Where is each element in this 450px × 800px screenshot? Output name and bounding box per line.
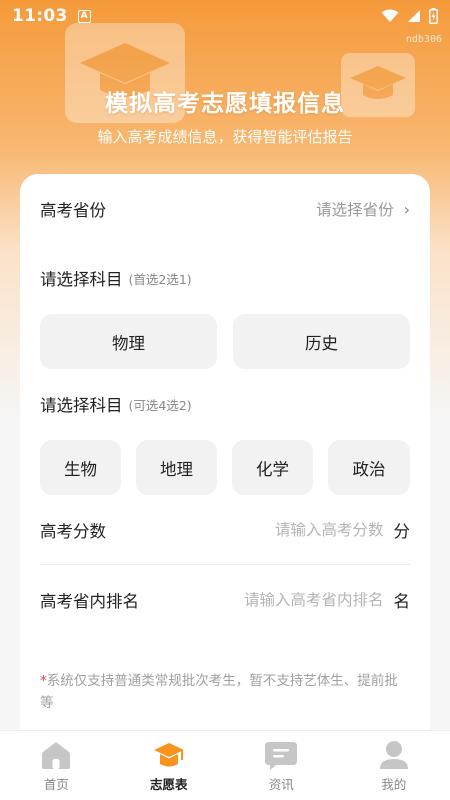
bottom-tab-bar: 首页 志愿表 资讯 我的 [0, 730, 450, 800]
subject-option-biology[interactable]: 生物 [40, 440, 121, 495]
required-mark: * [40, 673, 47, 689]
section-title: 请选择科目 [40, 396, 123, 415]
page-title: 模拟高考志愿填报信息 [105, 91, 345, 117]
province-selector[interactable]: 高考省份 请选择省份 › [40, 196, 410, 222]
divider [40, 564, 410, 565]
rank-unit: 名 [393, 592, 411, 611]
tab-news[interactable]: 资讯 [225, 731, 338, 800]
score-field: 高考分数 分 [40, 516, 410, 544]
tab-label: 志愿表 [149, 777, 188, 792]
chevron-right-icon: › [403, 199, 410, 219]
score-unit: 分 [393, 522, 411, 541]
subject-option-history[interactable]: 历史 [233, 314, 410, 369]
form-card: 高考省份 请选择省份 › 请选择科目 (首选2选1) 物理 历史 请选择科目 (… [20, 174, 430, 774]
graduation-cap-icon [153, 743, 184, 767]
home-icon [42, 742, 71, 769]
battery-icon [429, 8, 438, 24]
tab-volunteer-table[interactable]: 志愿表 [113, 731, 226, 800]
wifi-icon [381, 9, 399, 22]
tab-label: 我的 [381, 777, 407, 792]
section-hint: (首选2选1) [128, 271, 192, 287]
notice-text: *系统仅支持普通类常规批次考生，暂不支持艺体生、提前批等 [40, 670, 410, 714]
subject-option-physics[interactable]: 物理 [40, 314, 217, 369]
watermark: ndb306 [405, 34, 442, 45]
rank-field: 高考省内排名 名 [40, 586, 410, 614]
section-hint: (可选4选2) [128, 397, 192, 413]
subject-option-politics[interactable]: 政治 [328, 440, 410, 495]
secondary-subject-heading: 请选择科目 (可选4选2) [40, 392, 410, 416]
rank-label: 高考省内排名 [40, 592, 139, 611]
tab-label: 首页 [43, 777, 69, 792]
tab-home[interactable]: 首页 [0, 731, 113, 800]
score-input[interactable] [173, 521, 384, 539]
tab-label: 资讯 [268, 777, 294, 792]
notice-body: 系统仅支持普通类常规批次考生，暂不支持艺体生、提前批等 [40, 673, 398, 711]
user-icon [379, 741, 408, 769]
subject-option-geography[interactable]: 地理 [136, 440, 217, 495]
subject-option-chemistry[interactable]: 化学 [232, 440, 313, 495]
tab-mine[interactable]: 我的 [338, 731, 450, 800]
primary-subject-heading: 请选择科目 (首选2选1) [40, 266, 410, 290]
page-subtitle: 输入高考成绩信息，获得智能评估报告 [97, 128, 353, 146]
message-icon [265, 742, 298, 770]
signal-icon [408, 10, 420, 22]
score-label: 高考分数 [40, 522, 106, 541]
rank-input[interactable] [173, 591, 384, 609]
province-placeholder: 请选择省份 [316, 201, 394, 219]
section-title: 请选择科目 [40, 270, 123, 289]
province-label: 高考省份 [40, 201, 106, 220]
